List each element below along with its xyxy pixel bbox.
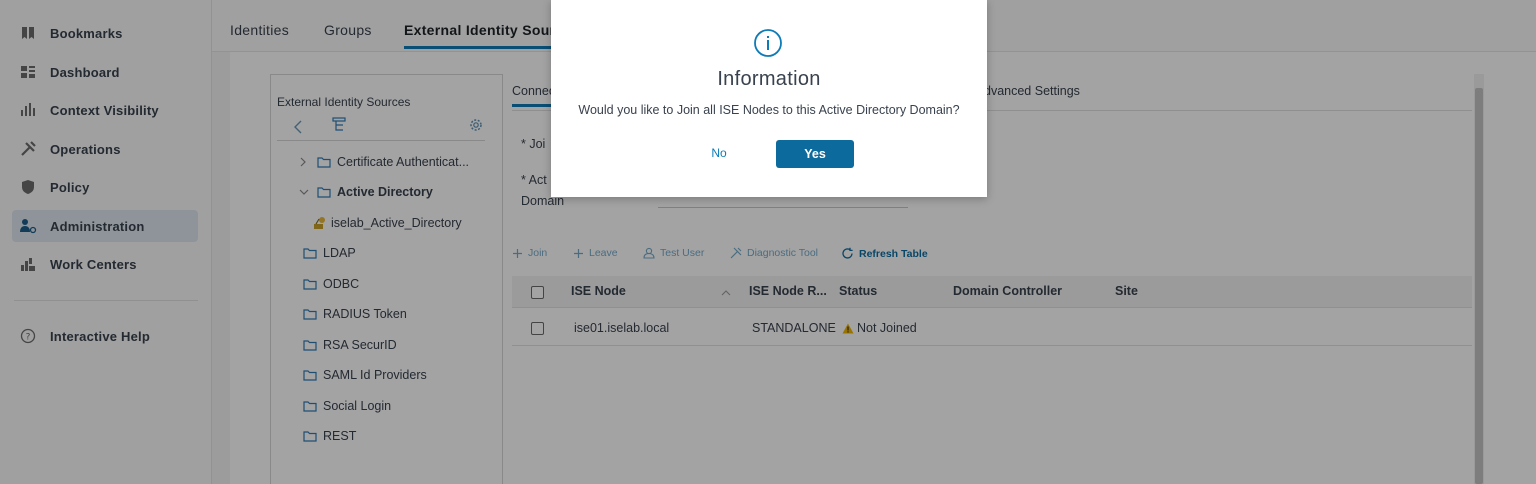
dialog-title: Information — [717, 68, 821, 90]
yes-button[interactable]: Yes — [776, 140, 854, 168]
no-button[interactable]: No — [699, 140, 739, 166]
info-icon — [754, 29, 782, 57]
information-dialog: Information Would you like to Join all I… — [551, 0, 987, 197]
dialog-message: Would you like to Join all ISE Nodes to … — [578, 103, 960, 117]
